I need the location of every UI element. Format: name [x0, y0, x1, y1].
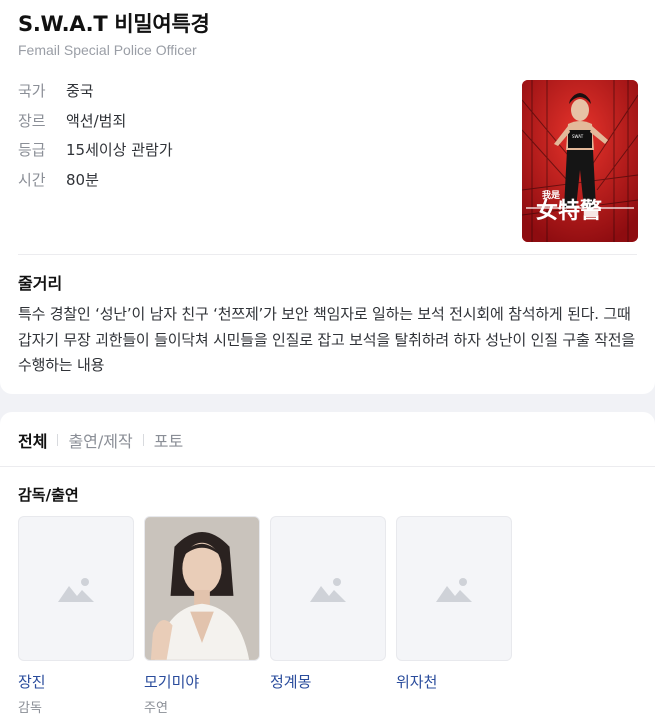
person-name[interactable]: 장진: [18, 671, 134, 692]
actor-portrait: [145, 517, 259, 660]
person-role: 주연: [144, 701, 168, 716]
info-label: 장르: [18, 111, 46, 130]
info-row-genre: 장르 액션/범죄: [18, 110, 173, 140]
person-photo-placeholder[interactable]: [396, 516, 512, 661]
info-row-rating: 등급 15세이상 관람가: [18, 139, 173, 169]
movie-info-card: S.W.A.T 비밀여특경 Femail Special Police Offi…: [0, 0, 655, 394]
info-value: 액션/범죄: [66, 111, 127, 130]
cast-member[interactable]: 모기미야 주연: [144, 516, 260, 716]
info-value: 중국: [66, 82, 94, 100]
info-value: 15세이상 관람가: [66, 141, 173, 159]
movie-poster[interactable]: SWAT 我是 女特警: [522, 80, 638, 242]
info-row-country: 국가 중국: [18, 80, 173, 110]
movie-title: S.W.A.T 비밀여특경: [18, 12, 210, 36]
tab-separator: [142, 434, 144, 446]
plot-heading: 줄거리: [18, 274, 63, 293]
poster-badge: SWAT: [572, 134, 584, 139]
cast-list: 장진 감독 모기미야 주연 정계몽 위자천: [18, 516, 512, 716]
plot-text: 특수 경찰인 ‘성난’이 남자 친구 ‘천쯔제’가 보안 책임자로 일하는 보석…: [18, 305, 635, 374]
cast-section-heading: 감독/출연: [18, 486, 79, 504]
person-role: 감독: [18, 701, 42, 716]
divider: [0, 466, 655, 467]
tab-all[interactable]: 전체: [18, 428, 47, 452]
person-name[interactable]: 정계몽: [270, 671, 386, 692]
person-name[interactable]: 모기미야: [144, 671, 260, 692]
cast-member[interactable]: 장진 감독: [18, 516, 134, 716]
info-label: 국가: [18, 82, 46, 100]
cast-member[interactable]: 위자천: [396, 516, 512, 716]
tab-cast-crew[interactable]: 출연/제작: [68, 428, 132, 452]
placeholder-image-icon: [310, 577, 346, 602]
info-row-runtime: 시간 80분: [18, 169, 173, 199]
cast-member[interactable]: 정계몽: [270, 516, 386, 716]
tab-photo[interactable]: 포토: [154, 428, 183, 452]
tab-separator: [57, 434, 59, 446]
person-photo-placeholder[interactable]: [270, 516, 386, 661]
divider: [18, 254, 637, 255]
info-label: 시간: [18, 170, 46, 189]
placeholder-image-icon: [436, 577, 472, 602]
poster-artwork: SWAT 我是 女特警: [522, 80, 638, 242]
tab-bar: 전체 출연/제작 포토: [18, 428, 183, 452]
placeholder-image-icon: [58, 577, 94, 602]
movie-info-list: 국가 중국 장르 액션/범죄 등급 15세이상 관람가 시간 80분: [18, 80, 173, 198]
poster-big-title: 女特警: [536, 198, 602, 224]
person-photo-placeholder[interactable]: [18, 516, 134, 661]
person-photo[interactable]: [144, 516, 260, 661]
person-name[interactable]: 위자천: [396, 671, 512, 692]
info-label: 등급: [18, 141, 46, 159]
info-value: 80분: [66, 170, 99, 189]
movie-subtitle: Femail Special Police Officer: [18, 42, 197, 58]
